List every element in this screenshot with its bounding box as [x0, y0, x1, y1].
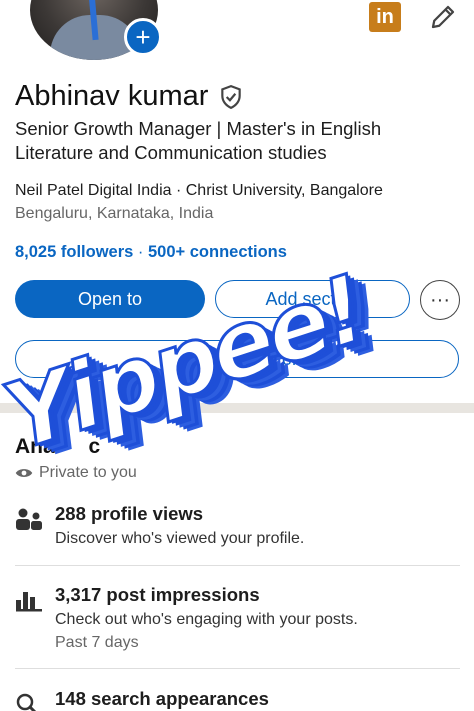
ellipsis-icon: ···	[430, 288, 450, 311]
metric-title: 3,317 post impressions	[55, 584, 260, 605]
people-icon	[16, 508, 42, 530]
network-stats: 8,025 followers · 500+ connections	[15, 243, 287, 262]
connections-link[interactable]: 500+ connections	[148, 243, 287, 261]
followers-link[interactable]: 8,025 followers	[15, 243, 133, 261]
section-divider	[0, 403, 474, 413]
profile-header: + in	[0, 0, 474, 70]
visibility-note: Private to you	[15, 464, 137, 482]
profile-name: Abhinav kumar	[15, 80, 209, 112]
eye-icon	[15, 469, 33, 477]
custom-button-label: button	[251, 348, 303, 369]
divider	[15, 565, 460, 566]
add-photo-button[interactable]: +	[124, 18, 162, 56]
open-to-button[interactable]: Open to	[15, 280, 205, 318]
profile-location: Bengaluru, Karnataka, India	[15, 205, 214, 222]
company-line: Neil Patel Digital India · Christ Univer…	[15, 182, 383, 199]
metric-profile-views[interactable]: 288 profile views Discover who's viewed …	[15, 503, 460, 563]
metric-title: 148 search appearances	[55, 688, 269, 709]
search-icon	[16, 693, 37, 711]
more-options-button[interactable]: ···	[420, 280, 460, 320]
metric-description: Discover who's viewed your profile.	[55, 530, 305, 547]
metric-timeframe: Past 7 days	[55, 634, 139, 651]
add-section-button[interactable]: Add section	[215, 280, 410, 318]
metric-title: 288 profile views	[55, 503, 204, 524]
analytics-heading-tail: c	[88, 435, 101, 458]
metric-search-appearances[interactable]: 148 search appearances	[15, 688, 460, 711]
plus-icon: +	[135, 22, 151, 52]
custom-button[interactable]: button	[15, 340, 459, 378]
verified-shield-icon[interactable]	[218, 83, 244, 111]
visibility-text: Private to you	[39, 464, 137, 481]
network-separator: ·	[137, 243, 144, 261]
profile-headline: Senior Growth Manager | Master's in Engl…	[15, 118, 382, 163]
name-row: Abhinav kumar	[15, 80, 244, 113]
analytics-heading-visible: Anal	[15, 435, 61, 458]
metric-description: Check out who's engaging with your posts…	[55, 611, 358, 628]
analytics-heading: Anal c	[15, 435, 100, 459]
metric-post-impressions[interactable]: 3,317 post impressions Check out who's e…	[15, 584, 460, 664]
pencil-icon[interactable]	[428, 2, 458, 32]
bar-chart-icon	[16, 592, 42, 612]
linkedin-icon[interactable]: in	[369, 2, 401, 32]
divider	[15, 668, 460, 669]
